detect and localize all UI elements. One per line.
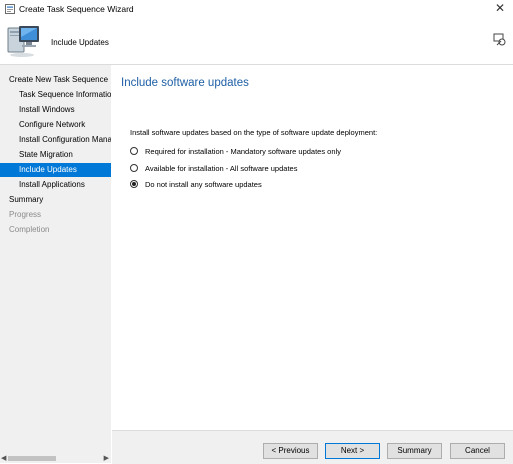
sidebar-item-create-new-task-sequence: Create New Task Sequence [9, 75, 109, 84]
sidebar-item-include-updates: Include Updates [0, 163, 111, 177]
sidebar-horizontal-scrollbar[interactable]: ◀ ▶ [0, 454, 111, 463]
title-bar: Create Task Sequence Wizard ✕ [0, 0, 513, 18]
wizard-step-list: Create New Task Sequence Task Sequence I… [0, 65, 111, 463]
sidebar-item-install-applications: Install Applications [19, 180, 85, 189]
sidebar-item-state-migration: State Migration [19, 150, 73, 159]
sidebar-item-configure-network: Configure Network [19, 120, 86, 129]
radio-option-required[interactable]: Required for installation - Mandatory so… [130, 145, 341, 157]
radio-button-selected[interactable] [130, 180, 138, 188]
wizard-header: Include Updates [0, 18, 513, 65]
cancel-button[interactable]: Cancel [450, 443, 505, 459]
page-title: Include software updates [121, 77, 249, 89]
sidebar-item-completion: Completion [9, 225, 50, 234]
next-button[interactable]: Next > [325, 443, 380, 459]
computer-icon [7, 26, 39, 57]
radio-option-available[interactable]: Available for installation - All softwar… [130, 162, 297, 174]
radio-selected-dot [132, 182, 136, 186]
update-type-prompt: Install software updates based on the ty… [130, 128, 378, 137]
window-title: Create Task Sequence Wizard [19, 4, 134, 14]
scroll-right-arrow-icon[interactable]: ▶ [104, 454, 109, 463]
sidebar-item-summary: Summary [9, 195, 44, 204]
main-content: Include software updates Install softwar… [112, 65, 513, 463]
help-icon[interactable] [493, 33, 507, 47]
radio-button[interactable] [130, 164, 138, 172]
previous-button[interactable]: < Previous [263, 443, 318, 459]
radio-button[interactable] [130, 147, 138, 155]
radio-label-required: Required for installation - Mandatory so… [145, 146, 341, 156]
header-title: Include Updates [51, 38, 109, 47]
sidebar-item-progress: Progress [9, 210, 42, 219]
wizard-app-icon [5, 4, 15, 14]
sidebar-item-install-configuration-manager: Install Configuration Manager [19, 135, 111, 144]
summary-button[interactable]: Summary [387, 443, 442, 459]
close-button[interactable]: ✕ [495, 1, 505, 15]
radio-option-do-not-install[interactable]: Do not install any software updates [130, 178, 262, 190]
sidebar-item-task-sequence-information: Task Sequence Information [19, 90, 111, 99]
radio-label-do-not-install: Do not install any software updates [145, 179, 262, 189]
scroll-left-arrow-icon[interactable]: ◀ [1, 454, 6, 463]
sidebar-item-install-windows: Install Windows [19, 105, 75, 114]
scrollbar-thumb[interactable] [8, 456, 56, 461]
radio-label-available: Available for installation - All softwar… [145, 163, 298, 173]
wizard-button-bar: < Previous Next > Summary Cancel [112, 430, 513, 464]
